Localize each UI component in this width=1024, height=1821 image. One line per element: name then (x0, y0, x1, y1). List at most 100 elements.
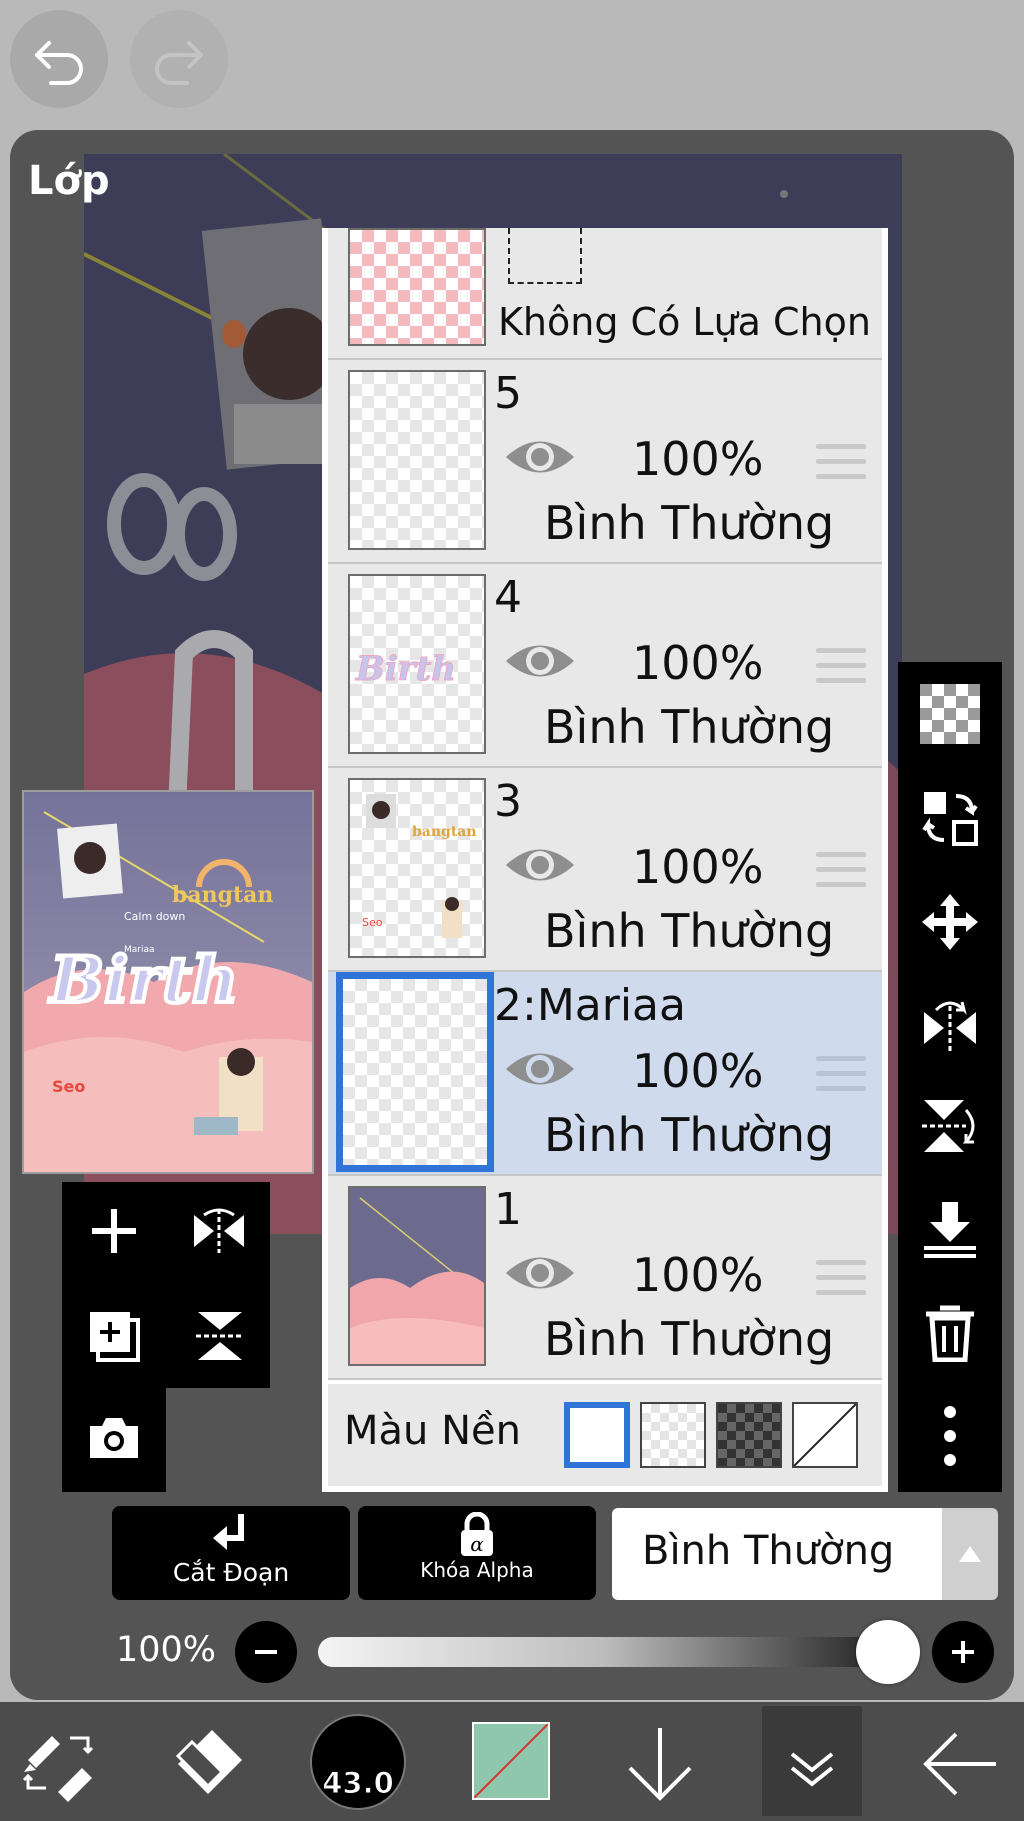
marquee-icon (508, 228, 582, 284)
trash-icon (926, 1305, 974, 1362)
swap-icon (922, 792, 978, 846)
reorder-handle[interactable] (816, 1260, 866, 1305)
bg-swatch-white[interactable] (564, 1402, 630, 1468)
bg-swatch-transparent-dark[interactable] (716, 1402, 782, 1468)
bg-swatch-transparent-light[interactable] (640, 1402, 706, 1468)
visibility-toggle[interactable] (504, 636, 576, 690)
layer-row-1[interactable]: 1 100% Bình Thường (328, 1176, 882, 1380)
preview-text-calm-down: Calm down (124, 910, 185, 923)
canvas-preview[interactable]: bangtan Calm down Birth Mariaa Seo (22, 790, 314, 1174)
preview-text-bangtan: bangtan (172, 882, 273, 908)
layer-thumbnail (348, 370, 486, 550)
add-layer-button[interactable] (88, 1205, 140, 1261)
merge-down-icon (924, 1202, 976, 1258)
layer-opacity: 100% (632, 432, 764, 486)
duplicate-layer-icon (90, 1312, 140, 1362)
flip-horizontal-icon (924, 1001, 976, 1052)
opacity-label: 100% (116, 1630, 217, 1670)
opacity-slider[interactable] (318, 1637, 888, 1667)
layer-thumbnail: Birth (348, 574, 486, 754)
back-button[interactable] (920, 1726, 1000, 1806)
redo-button[interactable] (130, 10, 228, 108)
checkerboard-icon (920, 684, 980, 744)
selection-layer-label: Không Có Lựa Chọn (498, 300, 871, 344)
blend-mode-select[interactable]: Bình Thường (612, 1508, 942, 1600)
undo-icon (35, 41, 83, 85)
minus-icon (255, 1650, 277, 1654)
layer-row-2-selected[interactable]: 2:Mariaa 100% Bình Thường (328, 972, 882, 1176)
opacity-slider-thumb[interactable] (856, 1620, 920, 1684)
reorder-handle[interactable] (816, 852, 866, 897)
svg-text:α: α (470, 1532, 484, 1556)
alpha-lock-button[interactable]: α Khóa Alpha (358, 1506, 596, 1600)
background-color-label: Màu Nền (344, 1408, 521, 1454)
layer-opacity: 100% (632, 1044, 764, 1098)
layer-opacity: 100% (632, 1248, 764, 1302)
move-layer-down-button[interactable] (622, 1724, 698, 1808)
move-button[interactable] (918, 890, 982, 954)
eye-icon (506, 441, 574, 473)
color-swatch-button[interactable] (472, 1722, 550, 1800)
flip-horizontal-button[interactable] (190, 1205, 248, 1261)
opacity-increase-button[interactable] (932, 1621, 994, 1683)
undo-button[interactable] (10, 10, 108, 108)
delete-layer-button[interactable] (918, 1300, 982, 1364)
layer-row-3[interactable]: bangtan Seo 3 100% Bình Thường (328, 768, 882, 972)
bg-swatch-none[interactable] (792, 1402, 858, 1468)
reorder-handle[interactable] (816, 444, 866, 489)
reorder-handle[interactable] (816, 1056, 866, 1101)
layer-blend-mode: Bình Thường (544, 904, 835, 958)
triangle-up-icon (959, 1546, 981, 1562)
layer-name: 1 (494, 1184, 522, 1235)
preview-text-mariaa: Mariaa (124, 945, 155, 955)
clipping-button[interactable]: Cắt Đoạn (112, 1506, 350, 1600)
copy-layer-button[interactable] (86, 1308, 142, 1368)
right-toolbar (898, 662, 1002, 1492)
layer-name: 3 (494, 776, 522, 827)
reorder-handle[interactable] (816, 648, 866, 693)
layer-name: 5 (494, 368, 522, 419)
layer-thumbnail: bangtan Seo (348, 778, 486, 958)
opacity-decrease-button[interactable] (235, 1621, 297, 1683)
clipping-arrow-icon (213, 1514, 244, 1550)
close-panel-button[interactable] (762, 1706, 862, 1816)
merge-down-button[interactable] (918, 1198, 982, 1262)
layer-opacity: 100% (632, 840, 764, 894)
visibility-toggle[interactable] (504, 432, 576, 486)
brush-size-button[interactable]: 43.0 (310, 1714, 406, 1810)
layer-thumbnail (348, 1186, 486, 1366)
eye-icon (506, 645, 574, 677)
visibility-toggle[interactable] (504, 840, 576, 894)
alpha-lock-label: Khóa Alpha (420, 1558, 534, 1582)
layer-blend-mode: Bình Thường (544, 1108, 835, 1162)
selection-layer-row[interactable]: Không Có Lựa Chọn (328, 228, 882, 360)
layer-list: Không Có Lựa Chọn 5 100% Bình Thường Bir… (322, 228, 888, 1492)
eye-icon (506, 849, 574, 881)
layer-opacity: 100% (632, 636, 764, 690)
swap-layer-button[interactable] (918, 786, 982, 850)
flip-vertical-button[interactable] (192, 1308, 248, 1368)
blend-mode-dropdown-toggle[interactable] (942, 1508, 998, 1600)
eraser-icon (175, 1730, 242, 1794)
flip-vertical-right-button[interactable] (918, 1094, 982, 1158)
eraser-button[interactable] (170, 1726, 250, 1802)
arrow-left-icon (923, 1732, 996, 1796)
flip-horizontal-icon (194, 1208, 244, 1253)
more-options-button[interactable] (918, 1404, 982, 1468)
background-color-row: Màu Nền (328, 1384, 882, 1486)
layer-row-5[interactable]: 5 100% Bình Thường (328, 360, 882, 564)
camera-import-button[interactable] (86, 1412, 142, 1466)
flip-horizontal-right-button[interactable] (918, 992, 982, 1056)
lock-icon: α (461, 1511, 493, 1556)
visibility-toggle[interactable] (504, 1044, 576, 1098)
layer-row-4[interactable]: Birth 4 100% Bình Thường (328, 564, 882, 768)
layer-blend-mode: Bình Thường (544, 700, 835, 754)
double-chevron-down-icon (790, 1752, 834, 1787)
transparency-button[interactable] (918, 682, 982, 746)
visibility-toggle[interactable] (504, 1248, 576, 1302)
tool-swap-icon (22, 1736, 94, 1802)
brush-size-value: 43.0 (322, 1766, 395, 1801)
tool-switch-button[interactable] (18, 1722, 98, 1806)
redo-icon (155, 41, 203, 85)
move-arrows-icon (922, 894, 978, 950)
